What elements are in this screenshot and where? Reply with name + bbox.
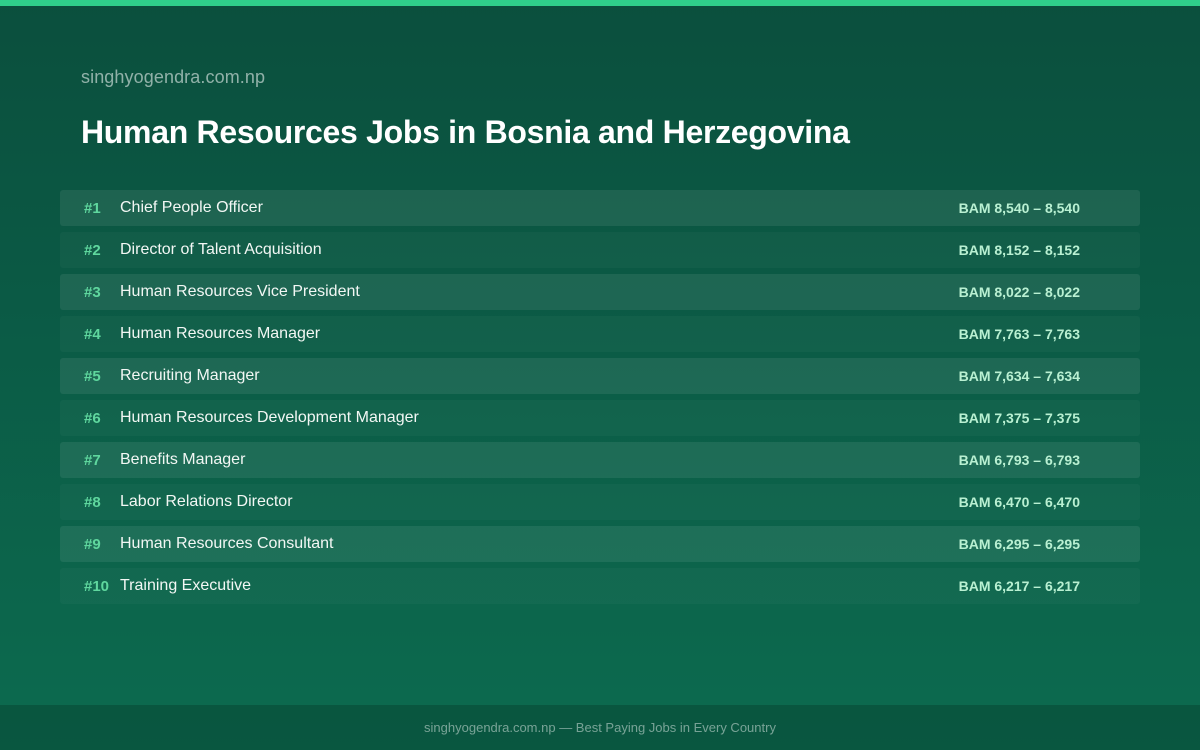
job-row: #10 Training Executive BAM 6,217 – 6,217: [60, 568, 1140, 604]
job-row: #7 Benefits Manager BAM 6,793 – 6,793: [60, 442, 1140, 478]
job-rank: #10: [84, 577, 110, 595]
job-salary: BAM 6,295 – 6,295: [958, 536, 1080, 552]
job-rank: #3: [84, 283, 101, 301]
job-rank: #8: [84, 493, 101, 511]
job-rank: #2: [84, 241, 101, 259]
job-rank: #6: [84, 409, 101, 427]
job-salary: BAM 7,763 – 7,763: [958, 326, 1080, 342]
job-salary: BAM 8,540 – 8,540: [958, 200, 1080, 216]
job-rank: #9: [84, 535, 101, 553]
job-rank: #4: [84, 325, 101, 343]
footer-text: singhyogendra.com.np — Best Paying Jobs …: [424, 720, 776, 735]
job-salary: BAM 7,375 – 7,375: [958, 410, 1080, 426]
job-title: Benefits Manager: [120, 451, 246, 468]
job-title: Human Resources Consultant: [120, 535, 334, 552]
job-salary: BAM 6,793 – 6,793: [958, 452, 1080, 468]
job-row: #4 Human Resources Manager BAM 7,763 – 7…: [60, 316, 1140, 352]
job-title: Chief People Officer: [120, 199, 263, 216]
job-row: #6 Human Resources Development Manager B…: [60, 400, 1140, 436]
job-title: Director of Talent Acquisition: [120, 241, 322, 258]
job-salary: BAM 6,470 – 6,470: [958, 494, 1080, 510]
job-title: Human Resources Vice President: [120, 283, 360, 300]
job-title: Recruiting Manager: [120, 367, 260, 384]
job-salary: BAM 6,217 – 6,217: [958, 578, 1080, 594]
page-title: Human Resources Jobs in Bosnia and Herze…: [81, 114, 850, 150]
job-title: Human Resources Development Manager: [120, 409, 419, 426]
job-row: #5 Recruiting Manager BAM 7,634 – 7,634: [60, 358, 1140, 394]
job-list: #1 Chief People Officer BAM 8,540 – 8,54…: [60, 190, 1140, 610]
job-rank: #7: [84, 451, 101, 469]
job-salary: BAM 8,022 – 8,022: [958, 284, 1080, 300]
job-salary: BAM 8,152 – 8,152: [958, 242, 1080, 258]
job-row: #2 Director of Talent Acquisition BAM 8,…: [60, 232, 1140, 268]
job-salary: BAM 7,634 – 7,634: [958, 368, 1080, 384]
job-row: #3 Human Resources Vice President BAM 8,…: [60, 274, 1140, 310]
job-row: #9 Human Resources Consultant BAM 6,295 …: [60, 526, 1140, 562]
job-title: Labor Relations Director: [120, 493, 293, 510]
job-rank: #1: [84, 199, 101, 217]
job-rank: #5: [84, 367, 101, 385]
job-row: #1 Chief People Officer BAM 8,540 – 8,54…: [60, 190, 1140, 226]
top-accent-bar: [0, 0, 1200, 6]
site-name: singhyogendra.com.np: [81, 67, 266, 87]
job-title: Training Executive: [120, 577, 252, 594]
job-row: #8 Labor Relations Director BAM 6,470 – …: [60, 484, 1140, 520]
footer: singhyogendra.com.np — Best Paying Jobs …: [0, 705, 1200, 750]
job-title: Human Resources Manager: [120, 325, 321, 342]
